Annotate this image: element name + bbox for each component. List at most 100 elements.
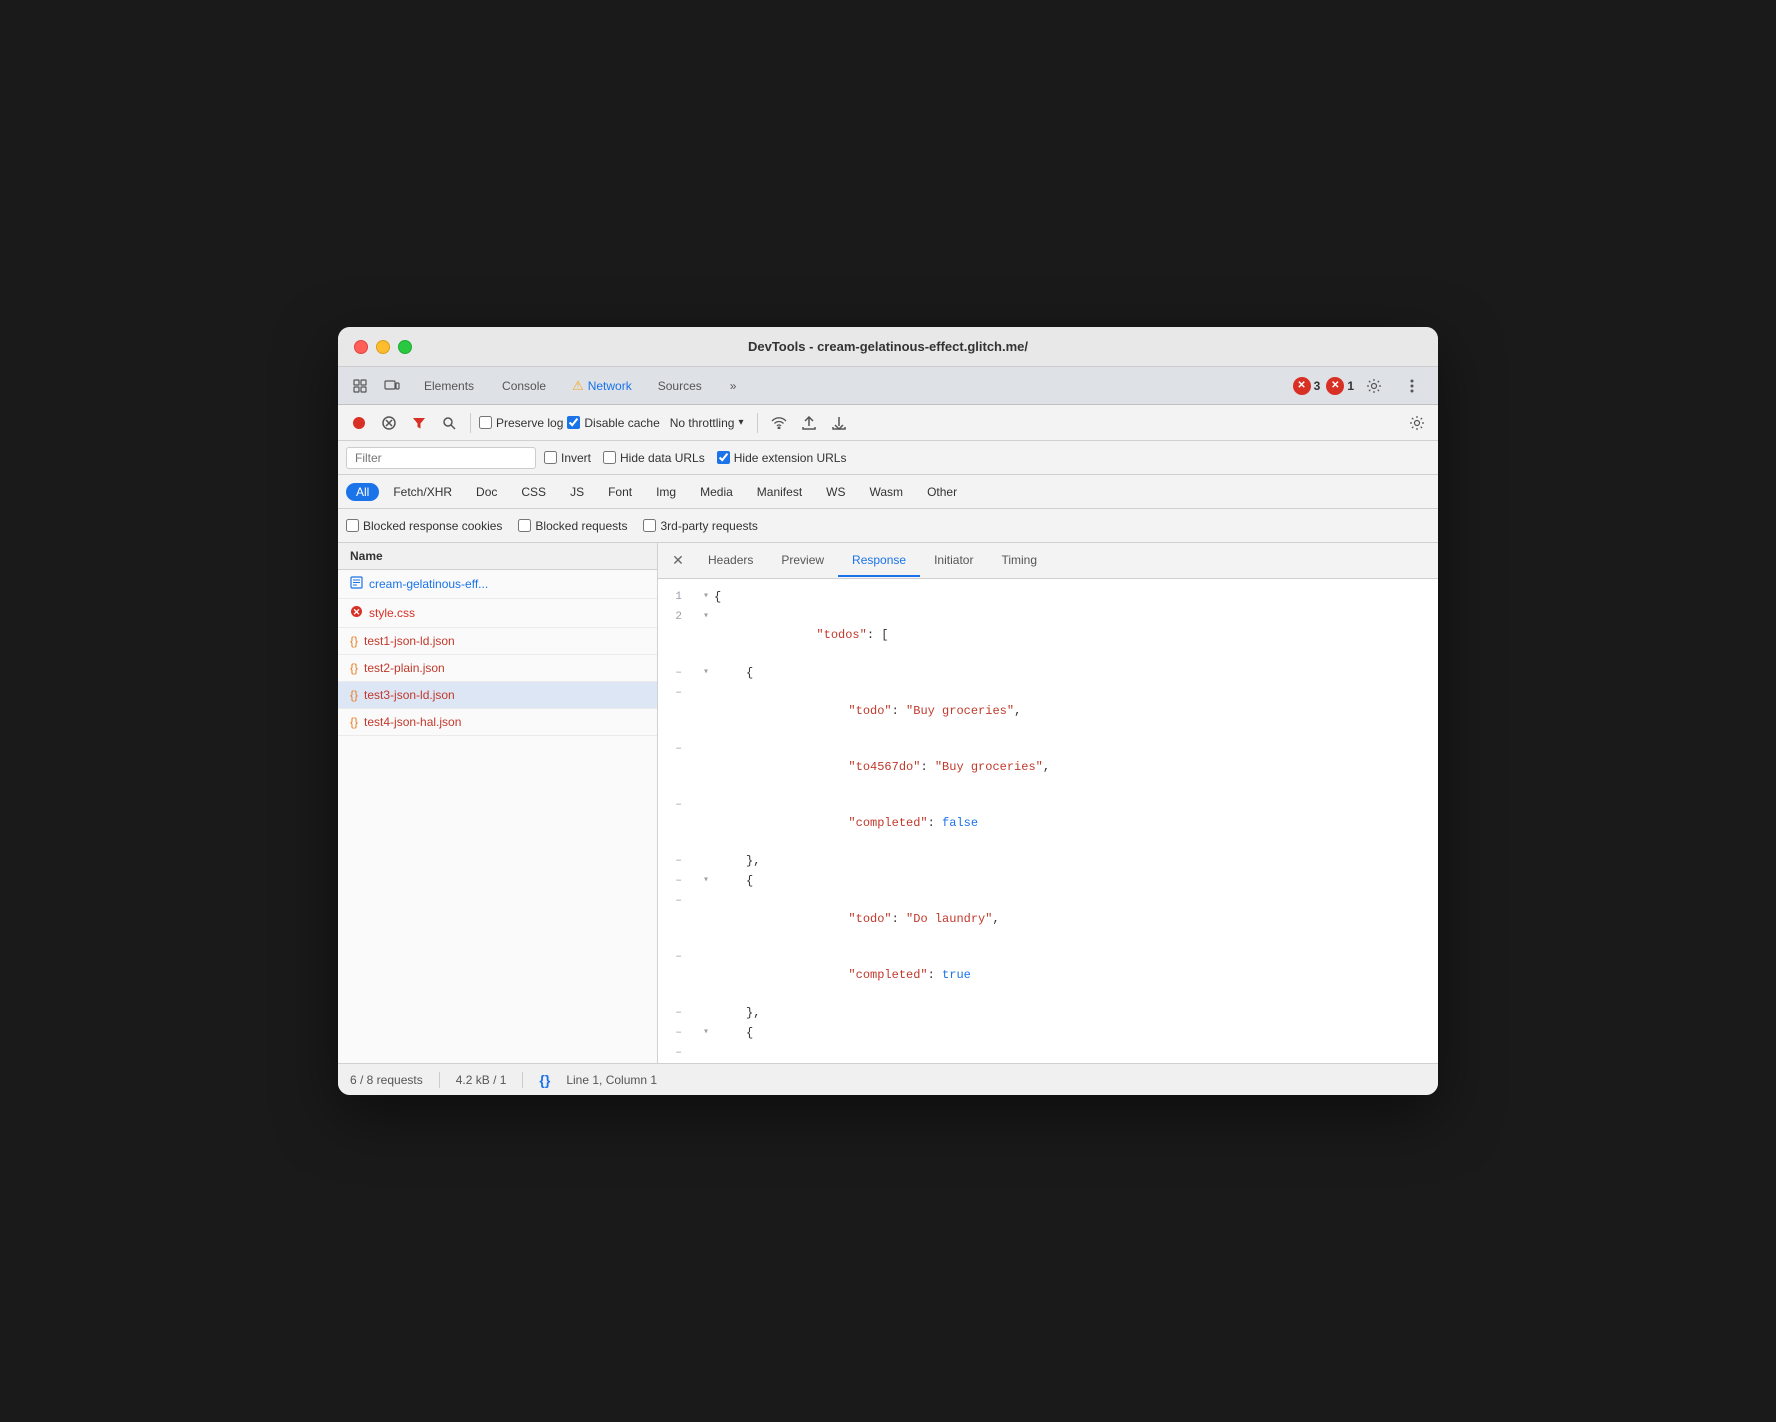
detail-tab-preview[interactable]: Preview bbox=[767, 545, 838, 577]
record-button[interactable] bbox=[346, 410, 372, 436]
throttle-select[interactable]: No throttling ▾ bbox=[664, 414, 750, 432]
detail-tabs: ✕ Headers Preview Response Initiator Tim… bbox=[658, 543, 1438, 579]
tab-console[interactable]: Console bbox=[488, 373, 560, 399]
blocked-cookies-checkbox[interactable] bbox=[346, 519, 359, 532]
detail-tab-timing[interactable]: Timing bbox=[987, 545, 1051, 577]
close-button[interactable] bbox=[354, 340, 368, 354]
type-btn-other[interactable]: Other bbox=[917, 483, 967, 501]
preserve-log-checkbox[interactable] bbox=[479, 416, 492, 429]
blocked-bar: Blocked response cookies Blocked request… bbox=[338, 509, 1438, 543]
filter-input[interactable] bbox=[346, 447, 536, 469]
type-btn-doc[interactable]: Doc bbox=[466, 483, 507, 501]
json-icon-1: {} bbox=[350, 634, 358, 648]
third-party-label[interactable]: 3rd-party requests bbox=[643, 519, 757, 533]
error-icon: ✕ bbox=[1293, 377, 1311, 395]
code-line-1: 1 ▾ { bbox=[658, 587, 1438, 607]
toolbar-divider-1 bbox=[470, 413, 471, 433]
type-btn-font[interactable]: Font bbox=[598, 483, 642, 501]
file-item-test4[interactable]: {} test4-json-hal.json bbox=[338, 709, 657, 736]
blocked-cookies-label[interactable]: Blocked response cookies bbox=[346, 519, 502, 533]
tabs-right: ✕ 3 ✕ 1 bbox=[1293, 372, 1430, 400]
warning-icon: ✕ bbox=[1326, 377, 1344, 395]
blocked-requests-label[interactable]: Blocked requests bbox=[518, 519, 627, 533]
file-item-style[interactable]: ✕ style.css bbox=[338, 599, 657, 628]
status-bar: 6 / 8 requests 4.2 kB / 1 {} Line 1, Col… bbox=[338, 1063, 1438, 1095]
file-name-test4: test4-json-hal.json bbox=[364, 715, 461, 729]
type-btn-js[interactable]: JS bbox=[560, 483, 594, 501]
tabs-bar: Elements Console ⚠ Network Sources » ✕ 3… bbox=[338, 367, 1438, 405]
code-line-2: 2 ▾ "todos": [ bbox=[658, 607, 1438, 663]
file-item-test1[interactable]: {} test1-json-ld.json bbox=[338, 628, 657, 655]
invert-checkbox[interactable] bbox=[544, 451, 557, 464]
toolbar-divider-2 bbox=[757, 413, 758, 433]
download-icon[interactable] bbox=[826, 410, 852, 436]
network-settings-icon[interactable] bbox=[1404, 410, 1430, 436]
window-title: DevTools - cream-gelatinous-effect.glitc… bbox=[748, 339, 1028, 354]
blocked-requests-checkbox[interactable] bbox=[518, 519, 531, 532]
hide-data-urls-label[interactable]: Hide data URLs bbox=[603, 451, 705, 465]
code-line-5: – "to4567do": "Buy groceries", bbox=[658, 739, 1438, 795]
type-filter-bar: All Fetch/XHR Doc CSS JS Font Img Media … bbox=[338, 475, 1438, 509]
response-content[interactable]: 1 ▾ { 2 ▾ "todos": [ – ▾ { bbox=[658, 579, 1438, 1063]
inspect-icon[interactable] bbox=[346, 372, 374, 400]
invert-label[interactable]: Invert bbox=[544, 451, 591, 465]
detail-tab-initiator[interactable]: Initiator bbox=[920, 545, 987, 577]
code-line-13: – "todo": "Write a blog post", bbox=[658, 1043, 1438, 1063]
file-list: Name cream-gelatinous-eff... ✕ bbox=[338, 543, 658, 1063]
tab-elements[interactable]: Elements bbox=[410, 373, 488, 399]
hide-data-urls-checkbox[interactable] bbox=[603, 451, 616, 464]
code-line-7: – }, bbox=[658, 851, 1438, 871]
file-name-main: cream-gelatinous-eff... bbox=[369, 577, 488, 591]
hide-extension-urls-checkbox[interactable] bbox=[717, 451, 730, 464]
code-line-12: – ▾ { bbox=[658, 1023, 1438, 1043]
minimize-button[interactable] bbox=[376, 340, 390, 354]
type-btn-wasm[interactable]: Wasm bbox=[860, 483, 914, 501]
more-options-icon[interactable] bbox=[1398, 372, 1426, 400]
code-line-11: – }, bbox=[658, 1003, 1438, 1023]
type-btn-media[interactable]: Media bbox=[690, 483, 743, 501]
file-item-main[interactable]: cream-gelatinous-eff... bbox=[338, 570, 657, 599]
search-icon[interactable] bbox=[436, 410, 462, 436]
type-btn-fetch-xhr[interactable]: Fetch/XHR bbox=[383, 483, 462, 501]
title-bar: DevTools - cream-gelatinous-effect.glitc… bbox=[338, 327, 1438, 367]
file-item-test2[interactable]: {} test2-plain.json bbox=[338, 655, 657, 682]
type-btn-all[interactable]: All bbox=[346, 483, 379, 501]
file-name-test1: test1-json-ld.json bbox=[364, 634, 455, 648]
close-detail-button[interactable]: ✕ bbox=[666, 549, 690, 573]
hide-extension-urls-label[interactable]: Hide extension URLs bbox=[717, 451, 847, 465]
devtools-window: DevTools - cream-gelatinous-effect.glitc… bbox=[338, 327, 1438, 1095]
status-divider-1 bbox=[439, 1072, 440, 1088]
code-line-9: – "todo": "Do laundry", bbox=[658, 891, 1438, 947]
toolbar: Preserve log Disable cache No throttling… bbox=[338, 405, 1438, 441]
clear-button[interactable] bbox=[376, 410, 402, 436]
filter-options: Invert Hide data URLs Hide extension URL… bbox=[544, 451, 846, 465]
json-format-icon[interactable]: {} bbox=[539, 1072, 550, 1088]
svg-text:✕: ✕ bbox=[353, 607, 361, 617]
type-btn-css[interactable]: CSS bbox=[511, 483, 556, 501]
main-content: Name cream-gelatinous-eff... ✕ bbox=[338, 543, 1438, 1063]
file-item-test3[interactable]: {} test3-json-ld.json bbox=[338, 682, 657, 709]
chevron-down-icon: ▾ bbox=[738, 417, 743, 428]
status-divider-2 bbox=[522, 1072, 523, 1088]
settings-icon[interactable] bbox=[1360, 372, 1388, 400]
disable-cache-label[interactable]: Disable cache bbox=[567, 416, 659, 430]
disable-cache-checkbox[interactable] bbox=[567, 416, 580, 429]
tab-network[interactable]: ⚠ Network bbox=[560, 374, 644, 398]
detail-tab-headers[interactable]: Headers bbox=[694, 545, 767, 577]
type-btn-img[interactable]: Img bbox=[646, 483, 686, 501]
maximize-button[interactable] bbox=[398, 340, 412, 354]
third-party-checkbox[interactable] bbox=[643, 519, 656, 532]
filter-icon[interactable] bbox=[406, 410, 432, 436]
tab-sources[interactable]: Sources bbox=[644, 373, 716, 399]
type-btn-manifest[interactable]: Manifest bbox=[747, 483, 812, 501]
upload-icon[interactable] bbox=[796, 410, 822, 436]
type-btn-ws[interactable]: WS bbox=[816, 483, 855, 501]
wifi-icon[interactable] bbox=[766, 410, 792, 436]
detail-tab-response[interactable]: Response bbox=[838, 545, 920, 577]
code-line-10: – "completed": true bbox=[658, 947, 1438, 1003]
detail-panel: ✕ Headers Preview Response Initiator Tim… bbox=[658, 543, 1438, 1063]
device-toolbar-icon[interactable] bbox=[378, 372, 406, 400]
tab-more[interactable]: » bbox=[716, 373, 751, 399]
preserve-log-label[interactable]: Preserve log bbox=[479, 416, 563, 430]
file-list-header: Name bbox=[338, 543, 657, 570]
